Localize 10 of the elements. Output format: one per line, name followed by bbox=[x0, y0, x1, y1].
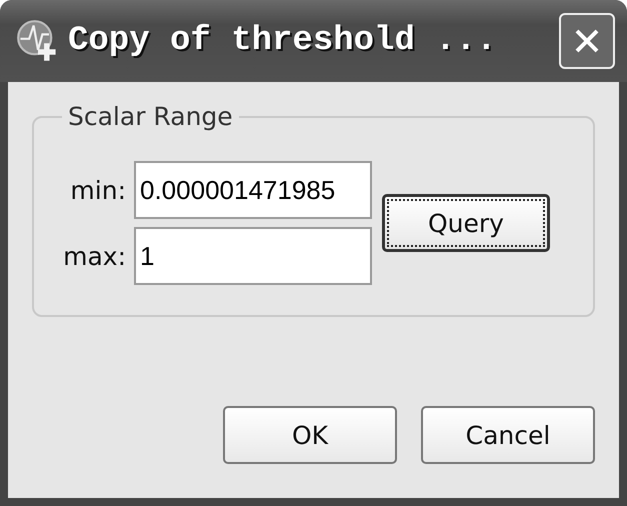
window-title: Copy of threshold ... bbox=[68, 22, 498, 60]
dialog-button[interactable]: OK bbox=[223, 406, 397, 464]
group-title: Scalar Range bbox=[67, 102, 234, 131]
input-field[interactable]: 0.000001471985 bbox=[134, 161, 372, 219]
field-label: max: bbox=[62, 242, 126, 270]
field-label: min: bbox=[69, 176, 126, 204]
input-field[interactable]: 1 bbox=[134, 227, 372, 285]
query-button[interactable]: Query bbox=[382, 194, 550, 252]
close-button[interactable] bbox=[559, 13, 615, 69]
dialog-button[interactable]: Cancel bbox=[421, 406, 595, 464]
